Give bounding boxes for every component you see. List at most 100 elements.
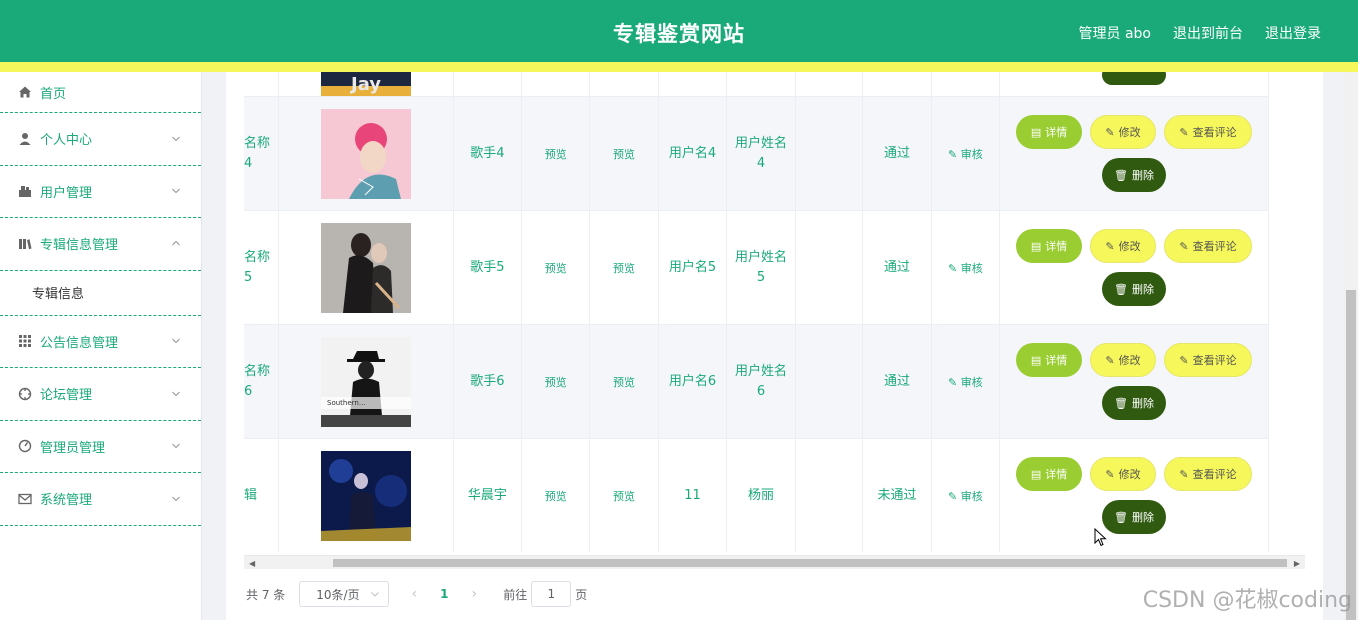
- current-page-number[interactable]: 1: [429, 587, 459, 601]
- album-cover-cell: [278, 96, 454, 211]
- grid-icon: [18, 334, 32, 348]
- realname: 杨丽: [747, 487, 774, 503]
- delete-button[interactable]: 🗑 删除: [1102, 158, 1167, 192]
- realname-cell: 用户姓名 4: [726, 96, 796, 211]
- status-cell: 通过: [862, 96, 932, 211]
- pagination: 共 7 条 10条/页 ‹ 1 › 前往 1 页: [246, 581, 587, 607]
- album-name: 名称 5: [244, 249, 271, 285]
- goto-label: 前往: [503, 587, 528, 602]
- audit-link[interactable]: ✎ 审核: [931, 96, 1001, 211]
- operations-cell: ▤ 详情 ✎ 修改 ✎ 查看评论 🗑 删除: [999, 210, 1269, 325]
- delete-button[interactable]: 🗑 删除: [1102, 386, 1167, 420]
- horizontal-scrollbar[interactable]: ◀ ▶: [244, 555, 1305, 569]
- view-comments-button[interactable]: ✎ 查看评论: [1164, 115, 1253, 149]
- audit-link[interactable]: ✎ 审核: [931, 324, 1001, 439]
- detail-button[interactable]: ▤ 详情: [1016, 343, 1083, 377]
- view-comments-button[interactable]: ✎ 查看评论: [1164, 343, 1253, 377]
- delete-label: 删除: [1132, 397, 1154, 410]
- album-cover-image: [320, 108, 411, 199]
- singer-cell: 歌手6: [453, 324, 523, 439]
- comment-label: 查看评论: [1192, 126, 1237, 139]
- sidebar-item-label: 公告信息管理: [40, 335, 119, 351]
- detail-label: 详情: [1045, 354, 1068, 367]
- preview-link[interactable]: 预览: [521, 210, 591, 325]
- sidebar-item-system-management[interactable]: 系统管理: [0, 473, 201, 526]
- preview-link[interactable]: 预览: [589, 96, 659, 211]
- logout-link[interactable]: 退出登录: [1265, 23, 1321, 43]
- audit-link[interactable]: ✎ 审核: [931, 438, 1001, 552]
- chevron-down-icon: [172, 496, 180, 502]
- audit-label: 审核: [960, 375, 983, 389]
- audit-label: 审核: [960, 261, 983, 275]
- album-table-viewport: Jay 名称 4 歌手4 预览 预览 用户名4 用户姓名 4 通过 ✎ 审核 ▤ 详情 ✎ 修改 ✎ 查看…: [244, 72, 1305, 552]
- sidebar-item-album-management[interactable]: 专辑信息管理: [0, 218, 201, 271]
- username-cell: 用户名6: [658, 324, 728, 439]
- edit-label: 修改: [1118, 126, 1141, 139]
- preview-link[interactable]: 预览: [589, 210, 659, 325]
- table-row-partial: Jay: [244, 72, 1269, 97]
- goto-page-input[interactable]: 1: [531, 581, 572, 607]
- pencil-icon: ✎: [1105, 239, 1115, 253]
- pencil-icon: ✎: [1179, 239, 1189, 253]
- scroll-right-arrow-icon[interactable]: ▶: [1294, 559, 1300, 568]
- preview-link[interactable]: 预览: [589, 438, 659, 552]
- empty-cell: [795, 210, 864, 325]
- horizontal-scroll-thumb[interactable]: [333, 559, 1287, 567]
- delete-button[interactable]: 🗑 删除: [1102, 500, 1167, 534]
- sidebar-item-user-management[interactable]: 用户管理: [0, 166, 201, 218]
- album-name-cell: 名称 5: [244, 210, 280, 325]
- preview-link[interactable]: 预览: [521, 324, 591, 439]
- sidebar-item-forum-management[interactable]: 论坛管理: [0, 368, 201, 421]
- scroll-left-arrow-icon[interactable]: ◀: [249, 559, 255, 568]
- vertical-scrollbar[interactable]: [1344, 72, 1358, 620]
- preview-link[interactable]: 预览: [521, 96, 591, 211]
- vertical-scroll-thumb[interactable]: [1346, 290, 1356, 620]
- edit-button[interactable]: ✎ 修改: [1090, 343, 1157, 377]
- delete-button[interactable]: 🗑 删除: [1102, 272, 1167, 306]
- pagination-total: 共 7 条: [246, 587, 286, 602]
- realname-cell: 用户姓名 6: [726, 324, 796, 439]
- sidebar-item-label: 个人中心: [40, 133, 93, 149]
- trash-icon: 🗑: [1114, 396, 1128, 410]
- status-cell: 通过: [862, 324, 932, 439]
- chevron-down-icon: [172, 136, 180, 142]
- delete-button[interactable]: [1102, 72, 1167, 85]
- document-icon: ▤: [1030, 353, 1042, 367]
- view-comments-button[interactable]: ✎ 查看评论: [1164, 457, 1253, 491]
- edit-button[interactable]: ✎ 修改: [1090, 115, 1157, 149]
- sidebar-item-label: 首页: [40, 86, 67, 102]
- album-cover-image: [320, 222, 411, 313]
- detail-button[interactable]: ▤ 详情: [1016, 229, 1083, 263]
- edit-button[interactable]: ✎ 修改: [1090, 229, 1157, 263]
- delete-label: 删除: [1132, 169, 1154, 182]
- sidebar-item-admin-management[interactable]: 管理员管理: [0, 421, 201, 473]
- view-comments-button[interactable]: ✎ 查看评论: [1164, 229, 1253, 263]
- mouse-cursor-icon: [1094, 528, 1107, 547]
- detail-label: 详情: [1045, 468, 1068, 481]
- realname-cell: 杨丽: [726, 438, 796, 552]
- prev-page-icon[interactable]: ‹: [399, 586, 429, 602]
- edit-button[interactable]: ✎ 修改: [1090, 457, 1157, 491]
- singer-cell: 歌手5: [453, 210, 523, 325]
- audit-link[interactable]: ✎ 审核: [931, 210, 1001, 325]
- pencil-icon: ✎: [1179, 125, 1189, 139]
- chevron-down-icon: [172, 443, 180, 449]
- preview-link[interactable]: 预览: [589, 324, 659, 439]
- album-name: 辑: [244, 487, 258, 503]
- page-size-select[interactable]: 10条/页: [299, 581, 390, 607]
- sidebar-item-personal-center[interactable]: 个人中心: [0, 113, 201, 166]
- preview-link[interactable]: 预览: [521, 438, 591, 552]
- detail-button[interactable]: ▤ 详情: [1016, 115, 1083, 149]
- sidebar-item-home[interactable]: 首页: [0, 72, 201, 113]
- next-page-icon[interactable]: ›: [459, 586, 489, 602]
- table-row: 名称 4 歌手4 预览 预览 用户名4 用户姓名 4 通过 ✎ 审核 ▤ 详情 ✎ 修改 ✎ 查看评论 🗑 删…: [244, 96, 1269, 211]
- top-header: 专辑鉴赏网站 管理员 abo 退出到前台 退出登录: [0, 0, 1358, 62]
- album-name-cell: 名称 4: [244, 96, 280, 211]
- watermark: CSDN @花椒coding: [1142, 588, 1352, 613]
- sidebar-item-notice-management[interactable]: 公告信息管理: [0, 316, 201, 368]
- exit-to-front-link[interactable]: 退出到前台: [1173, 23, 1243, 43]
- pencil-icon: ✎: [1105, 467, 1115, 481]
- sidebar-subitem-album-info[interactable]: 专辑信息: [0, 270, 201, 316]
- singer-cell: 华晨宇: [453, 438, 523, 552]
- detail-button[interactable]: ▤ 详情: [1016, 457, 1083, 491]
